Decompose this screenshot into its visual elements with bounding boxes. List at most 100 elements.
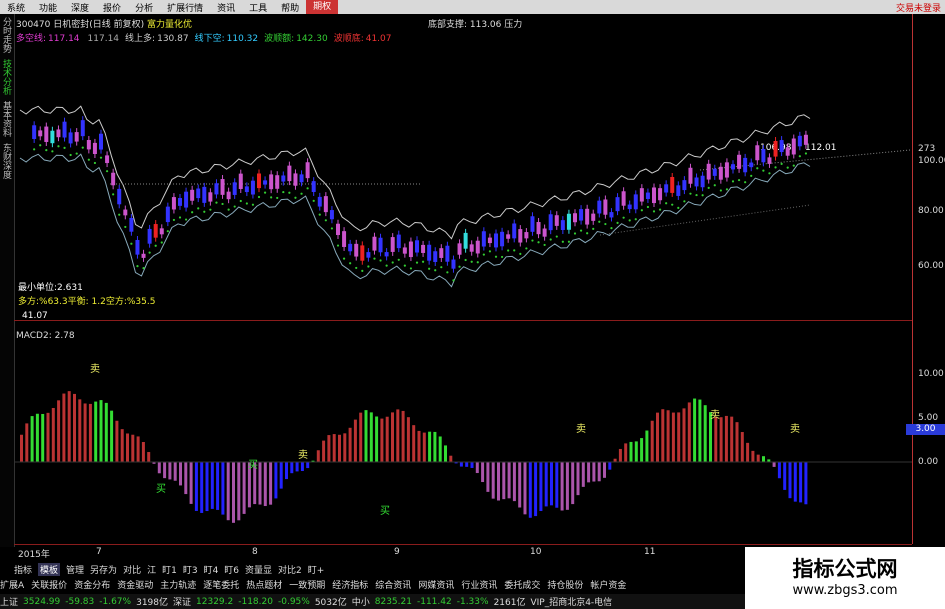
trend-dot	[87, 158, 90, 161]
macd-bar	[25, 423, 29, 462]
toolbar-item-10[interactable]: 资量显	[245, 563, 272, 576]
macd-bar	[799, 462, 803, 503]
trend-dot	[63, 146, 66, 150]
toolbar-item-4[interactable]: 对比	[123, 563, 141, 576]
toolbar-item-8[interactable]: 盯4	[204, 563, 219, 576]
candle-body	[141, 253, 146, 258]
ext-toolbar-item-6[interactable]: 热点题材	[246, 578, 282, 591]
ext-toolbar-item-1[interactable]: 关联报价	[31, 578, 67, 591]
candle-body	[366, 252, 371, 258]
candle-body	[573, 213, 577, 223]
ext-toolbar-item-13[interactable]: 持仓股份	[547, 578, 583, 591]
ext-toolbar-item-9[interactable]: 综合资讯	[375, 578, 411, 591]
candle-body	[196, 188, 201, 199]
candle-body	[433, 251, 438, 262]
toolbar-item-7[interactable]: 盯3	[183, 563, 198, 576]
toolbar-item-3[interactable]: 另存为	[90, 563, 117, 576]
ext-toolbar-item-0[interactable]: 扩展A	[0, 578, 24, 591]
candle-body	[323, 196, 328, 213]
macd-bar	[306, 462, 310, 469]
candle-body	[773, 140, 778, 157]
macd-bar	[777, 462, 781, 479]
trend-dot	[671, 203, 674, 206]
ext-toolbar-item-3[interactable]: 资金驱动	[117, 578, 153, 591]
sell-signal-label: 卖	[576, 423, 586, 435]
candle-body	[463, 232, 468, 249]
candle-body	[785, 147, 790, 156]
macd-bar	[539, 462, 543, 512]
trend-dot	[561, 240, 564, 243]
ext-toolbar-item-4[interactable]: 主力轨迹	[160, 578, 196, 591]
candle-body	[329, 210, 334, 220]
macd-bar	[788, 462, 792, 499]
status-item: 中小	[351, 598, 370, 608]
toolbar-item-5[interactable]: 江	[147, 563, 156, 576]
candle-body	[700, 175, 705, 188]
trend-dot	[549, 238, 552, 241]
trend-dot	[379, 259, 382, 262]
trend-dot	[154, 244, 157, 247]
trend-dot	[543, 243, 546, 247]
candle-body	[645, 192, 650, 199]
toolbar-item-6[interactable]: 盯1	[162, 563, 177, 576]
candle-body	[68, 132, 73, 144]
trend-dot	[537, 241, 540, 244]
candle-body	[275, 175, 280, 189]
ext-toolbar-item-7[interactable]: 一致预期	[289, 578, 325, 591]
sell-signal-label: 卖	[790, 423, 800, 435]
candle-body	[378, 237, 383, 253]
trend-dot	[428, 267, 431, 270]
ext-toolbar-item-10[interactable]: 网媒资讯	[418, 578, 454, 591]
ext-toolbar-item-12[interactable]: 委托成交	[504, 578, 540, 591]
trend-dot	[464, 258, 467, 262]
macd-bar	[656, 412, 659, 462]
macd-bar	[714, 416, 718, 462]
candle-body	[737, 154, 742, 169]
trend-dot	[203, 210, 206, 213]
macd-bar	[364, 410, 368, 462]
candle-body	[682, 180, 687, 191]
candle-body	[238, 173, 243, 189]
ext-toolbar-item-2[interactable]: 资金分布	[74, 578, 110, 591]
trend-dot	[768, 172, 771, 175]
candle-body	[56, 129, 61, 138]
macd-bar	[51, 407, 55, 462]
trend-dot	[519, 252, 522, 255]
toolbar-item-2[interactable]: 管理	[66, 563, 84, 576]
macd-bar	[735, 422, 739, 462]
trend-dot	[75, 152, 78, 155]
buy-signal-label: 买	[156, 483, 166, 495]
candle-body	[244, 186, 249, 193]
toolbar-item-0[interactable]: 指标	[14, 563, 32, 576]
status-item: 12329.2	[196, 596, 234, 607]
trend-dot	[239, 199, 242, 203]
macd-bar	[666, 410, 670, 462]
toolbar-item-9[interactable]: 盯6	[224, 563, 239, 576]
candle-body	[208, 192, 213, 202]
trend-dot	[646, 205, 650, 209]
candle-body	[390, 237, 395, 252]
stock-chart-canvas[interactable]: 卖买买卖买卖卖卖	[0, 0, 945, 609]
toolbar-item-1[interactable]: 模板	[38, 563, 61, 576]
trend-dot	[415, 261, 419, 264]
macd-bar	[555, 462, 559, 508]
toolbar-item-11[interactable]: 对比2	[278, 563, 302, 576]
candle-body	[111, 172, 116, 186]
macd-bar	[793, 462, 797, 502]
trend-dot	[458, 265, 461, 268]
candle-body	[408, 241, 413, 258]
macd-bar	[703, 405, 707, 462]
macd-bar	[131, 434, 135, 462]
ext-toolbar-item-11[interactable]: 行业资讯	[461, 578, 497, 591]
macd-bar	[88, 403, 92, 462]
macd-bar	[295, 462, 299, 472]
candle-body	[803, 134, 808, 145]
trend-dot	[409, 267, 413, 270]
toolbar-item-12[interactable]: 盯+	[308, 563, 325, 576]
ext-toolbar-item-8[interactable]: 经济指标	[332, 578, 368, 591]
ext-toolbar-item-5[interactable]: 逐笔委托	[203, 578, 239, 591]
candle-body	[287, 165, 292, 182]
ext-toolbar-item-14[interactable]: 帐户资金	[590, 578, 626, 591]
trend-dot	[737, 178, 741, 182]
candle-body	[652, 187, 656, 204]
